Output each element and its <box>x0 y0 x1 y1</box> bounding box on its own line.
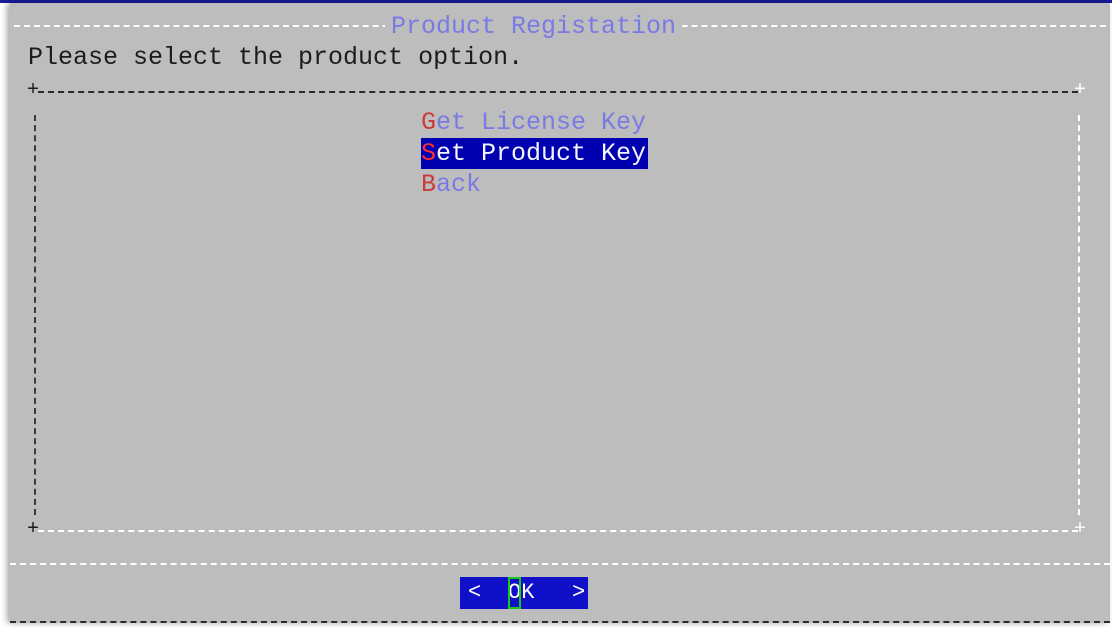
menu-box-left-border <box>34 115 36 515</box>
menu-item-back[interactable]: Back <box>421 169 648 200</box>
ok-button-label-rest: K <box>521 580 535 605</box>
ok-button-label: OK <box>508 577 534 609</box>
focus-cursor: O <box>508 577 522 609</box>
dialog-window: Product Registation Please select the pr… <box>10 3 1110 623</box>
menu-item-set-product-key[interactable]: Set Product Key <box>421 138 649 169</box>
prompt-text: Please select the product option. <box>28 43 524 72</box>
button-bar-separator <box>10 563 1110 565</box>
menu-box-corner-top-right: + <box>1074 79 1087 102</box>
product-option-menu: Get License Key Set Product Key Back <box>421 107 649 200</box>
menu-item-hotkey: G <box>421 108 437 137</box>
menu-item-label: Get License Key <box>421 108 648 137</box>
menu-item-label-selected: Set Product Key <box>421 138 649 169</box>
ok-button[interactable]: < OK > <box>460 577 588 609</box>
button-left-bracket: < <box>468 580 482 605</box>
menu-item-text: ack <box>436 170 482 199</box>
menu-box-right-border <box>1078 115 1080 515</box>
menu-box-top-border <box>38 91 1078 93</box>
menu-box-corner-bottom-right: + <box>1074 518 1087 541</box>
menu-box-corner-top-left: + <box>27 79 40 102</box>
menu-box-corner-bottom-left: + <box>27 518 40 541</box>
menu-box-bottom-border <box>38 530 1078 532</box>
dialog-title: Product Registation <box>385 13 683 41</box>
dialog-bottom-border <box>10 621 1110 623</box>
menu-item-label: Back <box>421 170 483 199</box>
menu-item-hotkey: B <box>421 170 437 199</box>
button-right-bracket: > <box>572 580 586 605</box>
menu-item-hotkey: S <box>421 139 437 168</box>
menu-item-text: et License Key <box>436 108 647 137</box>
menu-item-text: et Product Key <box>436 139 647 168</box>
menu-item-get-license-key[interactable]: Get License Key <box>421 107 648 138</box>
